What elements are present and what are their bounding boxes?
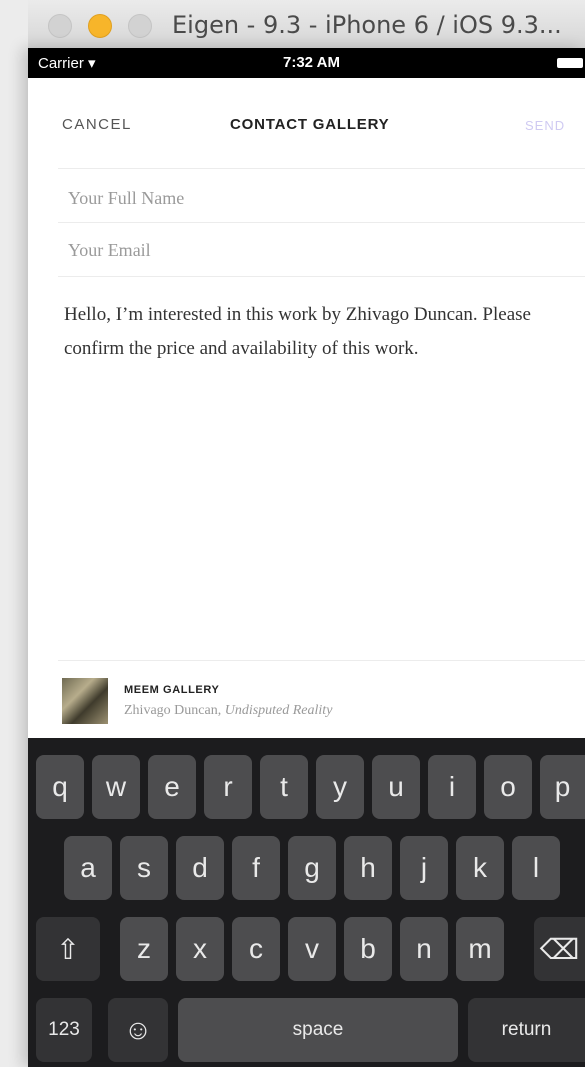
numbers-key[interactable]: 123 bbox=[36, 998, 92, 1062]
carrier-label: Carrier ▾ bbox=[38, 55, 96, 72]
artist-name: Zhivago Duncan, bbox=[124, 703, 225, 718]
key-t[interactable]: t bbox=[260, 755, 308, 819]
message-textarea[interactable]: Hello, I’m interested in this work by Zh… bbox=[64, 298, 564, 366]
key-x[interactable]: x bbox=[176, 917, 224, 981]
divider bbox=[58, 222, 585, 223]
gallery-name: MEEM GALLERY bbox=[124, 684, 220, 696]
key-e[interactable]: e bbox=[148, 755, 196, 819]
page-title: CONTACT GALLERY bbox=[230, 116, 390, 133]
backspace-key[interactable]: ⌫ bbox=[534, 917, 585, 981]
window-title: Eigen - 9.3 - iPhone 6 / iOS 9.3... bbox=[172, 11, 562, 39]
artwork-title: Undisputed Reality bbox=[224, 703, 333, 718]
key-h[interactable]: h bbox=[344, 836, 392, 900]
key-o[interactable]: o bbox=[484, 755, 532, 819]
key-l[interactable]: l bbox=[512, 836, 560, 900]
battery-icon bbox=[557, 58, 583, 68]
divider bbox=[58, 276, 585, 277]
key-c[interactable]: c bbox=[232, 917, 280, 981]
status-time: 7:32 AM bbox=[283, 54, 340, 71]
artwork-info: Zhivago Duncan, Undisputed Reality bbox=[124, 703, 332, 719]
key-u[interactable]: u bbox=[372, 755, 420, 819]
wifi-icon: ▾ bbox=[88, 55, 96, 72]
full-name-input[interactable]: Your Full Name bbox=[68, 188, 184, 209]
key-q[interactable]: q bbox=[36, 755, 84, 819]
emoji-key[interactable]: ☺ bbox=[108, 998, 168, 1062]
key-k[interactable]: k bbox=[456, 836, 504, 900]
key-w[interactable]: w bbox=[92, 755, 140, 819]
key-n[interactable]: n bbox=[400, 917, 448, 981]
key-d[interactable]: d bbox=[176, 836, 224, 900]
key-m[interactable]: m bbox=[456, 917, 504, 981]
status-bar: Carrier ▾ 7:32 AM bbox=[28, 48, 585, 78]
key-b[interactable]: b bbox=[344, 917, 392, 981]
window-minimize-button[interactable] bbox=[88, 14, 112, 38]
artwork-thumbnail bbox=[62, 678, 108, 724]
shift-key[interactable]: ⇧ bbox=[36, 917, 100, 981]
key-j[interactable]: j bbox=[400, 836, 448, 900]
key-p[interactable]: p bbox=[540, 755, 585, 819]
send-button[interactable]: SEND bbox=[525, 118, 565, 133]
key-y[interactable]: y bbox=[316, 755, 364, 819]
divider bbox=[58, 168, 585, 169]
key-a[interactable]: a bbox=[64, 836, 112, 900]
key-i[interactable]: i bbox=[428, 755, 476, 819]
key-v[interactable]: v bbox=[288, 917, 336, 981]
nav-bar: CANCEL CONTACT GALLERY SEND bbox=[28, 78, 585, 168]
simulator-screen: Carrier ▾ 7:32 AM CANCEL CONTACT GALLERY… bbox=[28, 48, 585, 1067]
key-s[interactable]: s bbox=[120, 836, 168, 900]
keyboard: q w e r t y u i o p a s d f g h j k l ⇧ … bbox=[28, 738, 585, 1067]
window-close-button[interactable] bbox=[48, 14, 72, 38]
space-key[interactable]: space bbox=[178, 998, 458, 1062]
divider bbox=[58, 660, 585, 661]
cancel-button[interactable]: CANCEL bbox=[62, 116, 132, 133]
email-input[interactable]: Your Email bbox=[68, 240, 151, 261]
simulator-title-bar: Eigen - 9.3 - iPhone 6 / iOS 9.3... bbox=[28, 0, 585, 49]
key-f[interactable]: f bbox=[232, 836, 280, 900]
key-z[interactable]: z bbox=[120, 917, 168, 981]
key-g[interactable]: g bbox=[288, 836, 336, 900]
window-zoom-button[interactable] bbox=[128, 14, 152, 38]
return-key[interactable]: return bbox=[468, 998, 585, 1062]
key-r[interactable]: r bbox=[204, 755, 252, 819]
